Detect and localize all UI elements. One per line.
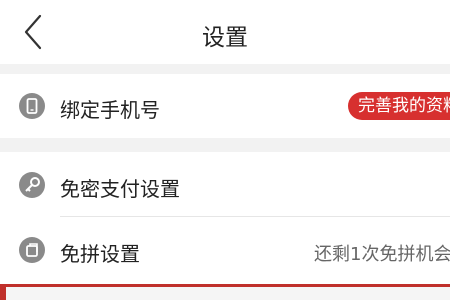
settings-row-free-group[interactable]: 免拼设置 还剩1次免拼机会 [0, 217, 450, 281]
free-group-remaining: 还剩1次免拼机会 [314, 244, 450, 265]
key-icon [19, 172, 45, 198]
row-label: 免密支付设置 [60, 177, 180, 201]
page-title: 设置 [202, 25, 248, 51]
next-row-highlight [0, 284, 450, 300]
section-gap [0, 138, 450, 152]
settings-row-password-free-payment[interactable]: 免密支付设置 [0, 152, 450, 216]
coupon-icon [19, 237, 45, 263]
settings-row-bind-phone[interactable]: 绑定手机号 完善我的资料 [0, 74, 450, 138]
top-bar: 设置 [0, 0, 450, 64]
phone-icon [19, 93, 45, 119]
row-label: 绑定手机号 [60, 98, 160, 122]
row-label: 免拼设置 [60, 242, 140, 266]
highlight-edge [0, 287, 6, 300]
complete-profile-badge[interactable]: 完善我的资料 [348, 92, 450, 120]
section-gap [0, 64, 450, 74]
